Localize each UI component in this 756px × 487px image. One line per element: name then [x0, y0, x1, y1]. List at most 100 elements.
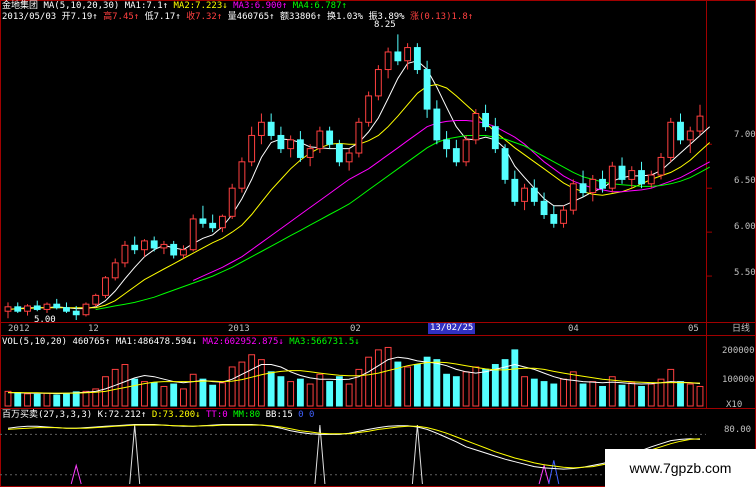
ma1-label: MA1:7.1↑ — [124, 1, 169, 11]
ma-line-ma3 — [192, 120, 710, 281]
candle-body-60 — [589, 178, 597, 194]
volume-bar-59 — [579, 383, 587, 407]
volume-bar-63 — [618, 384, 626, 407]
volume-bar-21 — [209, 384, 217, 407]
candle-body-28 — [277, 134, 285, 150]
ind-mm: MM:80 — [233, 410, 261, 420]
volume-bar-61 — [599, 385, 606, 407]
candle-body-42 — [413, 47, 421, 71]
ind-tt: TT:0 — [206, 410, 228, 420]
volume-bar-69 — [677, 381, 684, 407]
candle-body-44 — [433, 108, 441, 141]
vol-tick-200000: 200000 — [722, 346, 755, 356]
candle-body-7 — [72, 310, 80, 316]
volume-bar-71 — [696, 385, 704, 407]
volume-bar-11 — [111, 368, 119, 407]
volume-bar-4 — [43, 392, 51, 407]
candle-body-58 — [569, 183, 577, 211]
date-tick-05: 05 — [688, 324, 699, 334]
candle-body-40 — [394, 51, 402, 62]
price-tick-6-5: 6.50 — [734, 176, 756, 186]
candle-body-56 — [550, 214, 558, 224]
candle-body-9 — [92, 294, 100, 305]
candle-body-38 — [374, 69, 382, 97]
volume-bar-31 — [306, 383, 314, 407]
candle-body-34 — [335, 143, 343, 163]
candle-body-0 — [4, 306, 12, 312]
volume-bar-68 — [667, 368, 675, 407]
ind-v2: 0 — [309, 410, 315, 420]
ma2-label: MA2:7.223↓ — [173, 1, 228, 11]
volume-bar-43 — [423, 356, 431, 407]
candle-body-10 — [102, 277, 109, 296]
change-label: 涨(0.13)1.8↑ — [410, 12, 474, 22]
volume-bar-15 — [150, 382, 158, 407]
high-label: 高7.45↑ — [103, 12, 140, 22]
volume-bar-46 — [452, 376, 460, 407]
volume-bar-47 — [462, 371, 470, 407]
volume-bar-50 — [491, 364, 499, 407]
candle-body-54 — [530, 187, 538, 202]
candle-body-46 — [452, 148, 460, 163]
amount-label: 额33806↑ — [280, 12, 322, 22]
ind-tick-80: 80.00 — [724, 425, 752, 435]
header-row-1: 金地集团 MA(5,10,20,30) MA1:7.1↑ MA2:7.223↓ … — [2, 1, 347, 12]
candle-body-1 — [14, 306, 22, 312]
volume-bar-65 — [638, 385, 645, 407]
low-price-label: 5.00 — [34, 315, 56, 325]
volume-bar-70 — [686, 383, 694, 407]
vol-ma2: MA2:602952.875↓ — [202, 337, 284, 347]
vol-title: VOL(5,10,20) — [2, 337, 68, 347]
ind-bb: BB:15 — [265, 410, 293, 420]
candle-body-12 — [121, 244, 129, 264]
candle-body-43 — [423, 69, 431, 110]
volume-bar-38 — [374, 349, 382, 407]
ind-title: 百万买卖(27,3,3,3) — [2, 410, 93, 420]
volume-bar-25 — [248, 354, 256, 407]
turnover-label: 换1.03% — [326, 12, 364, 22]
volume-bar-17 — [170, 383, 178, 407]
candle-body-57 — [560, 209, 567, 224]
volume-bar-34 — [335, 376, 343, 407]
price-tick-7: 7.00 — [734, 130, 756, 140]
candle-body-45 — [443, 139, 451, 150]
candle-body-26 — [257, 121, 265, 136]
vol-ma3: MA3:566731.5↓ — [289, 337, 360, 347]
volume-bar-7 — [72, 391, 80, 407]
volume-bar-36 — [355, 368, 363, 407]
date-tick-2012: 2012 — [8, 324, 30, 334]
volume-bar-6 — [63, 393, 70, 407]
candle-body-5 — [53, 303, 61, 309]
volume-bar-42 — [413, 364, 421, 407]
volume-bar-30 — [296, 378, 304, 407]
candle-body-52 — [511, 178, 519, 202]
volume-bar-3 — [33, 393, 41, 407]
volume-bar-58 — [569, 371, 577, 407]
candle-body-8 — [82, 303, 90, 316]
candle-body-3 — [33, 305, 41, 310]
ma-line-ma4 — [95, 135, 710, 310]
volume-bar-12 — [121, 364, 129, 407]
candle-body-6 — [63, 307, 70, 312]
volume-bar-54 — [530, 378, 538, 407]
candle-body-21 — [209, 222, 217, 229]
ma3-label: MA3:6.900↑ — [233, 1, 288, 11]
candle-body-64 — [628, 170, 636, 180]
candle-body-13 — [131, 244, 139, 251]
volume-bar-64 — [628, 382, 636, 407]
volume-label: 量460765↑ — [227, 12, 275, 22]
candle-body-65 — [638, 170, 645, 185]
watermark: www.7gpzb.com — [605, 449, 756, 487]
ind-d: D:73.200↓ — [151, 410, 201, 420]
volume-bar-57 — [560, 378, 567, 407]
date-tick-02: 02 — [350, 324, 361, 334]
candle-body-4 — [43, 303, 51, 310]
date-tick-04: 04 — [568, 324, 579, 334]
candle-body-11 — [111, 262, 119, 279]
volume-bar-37 — [365, 356, 373, 407]
candle-body-22 — [218, 215, 226, 229]
candle-body-70 — [686, 130, 694, 141]
low-label: 低7.17↑ — [144, 12, 181, 22]
ind-v1: 0 — [298, 410, 304, 420]
volume-bar-0 — [4, 390, 12, 407]
